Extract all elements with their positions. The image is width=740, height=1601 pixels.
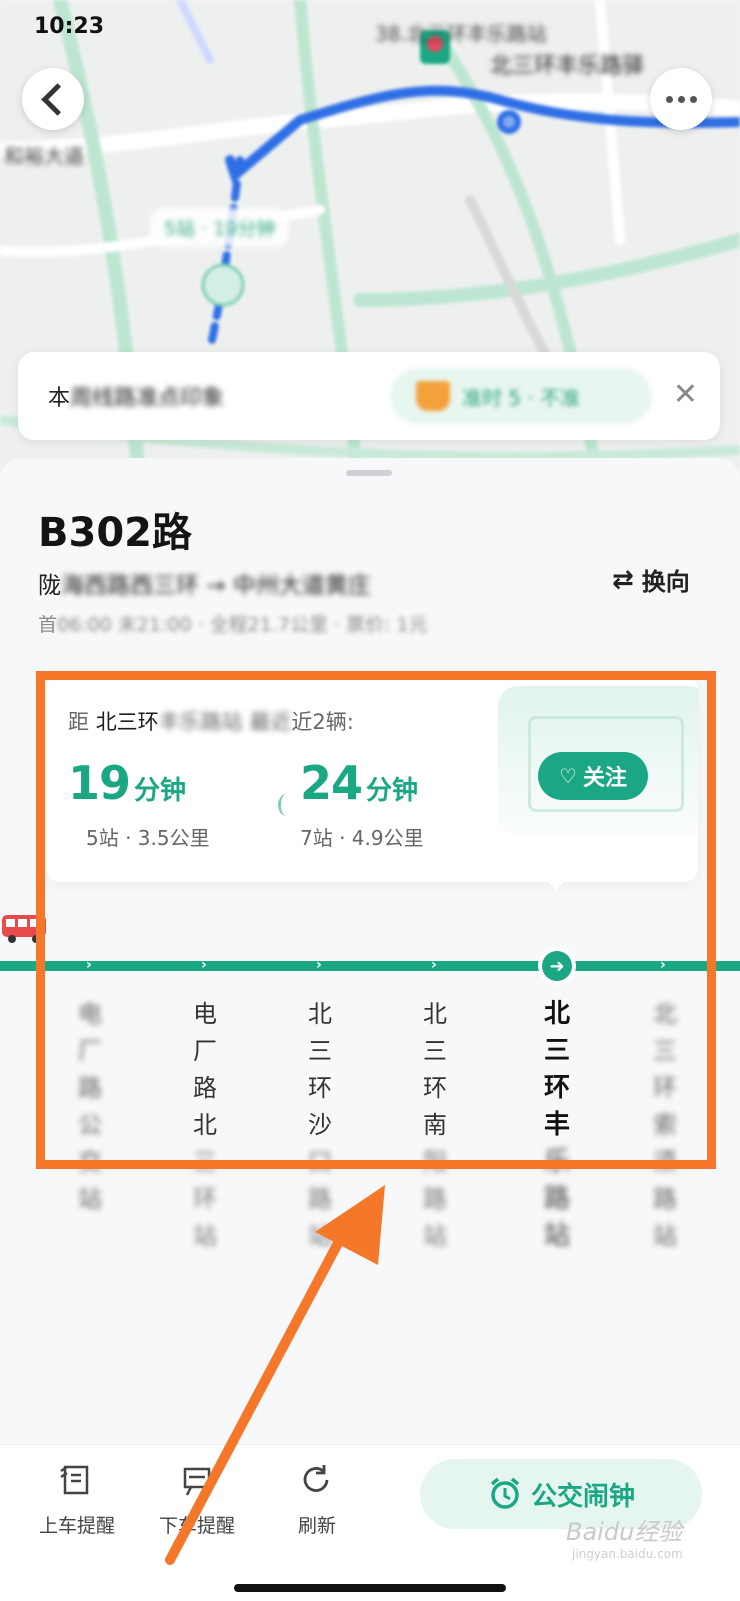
direction-chevron-icon: › [86, 957, 92, 973]
refresh-button[interactable]: 刷新 [262, 1461, 372, 1538]
board-alert-icon [60, 1465, 89, 1495]
stop-item[interactable]: 北三环南阳路站 [420, 996, 450, 1255]
follow-button[interactable]: ♡ 关注 [538, 752, 648, 800]
arrow-right-icon: ➜ [542, 951, 572, 981]
card-pointer [542, 876, 570, 890]
follow-label: 关注 [582, 766, 627, 791]
bus-alarm-label: 公交闹钟 [530, 1481, 635, 1512]
direction-chevron-icon: › [316, 957, 322, 973]
alight-alert-button[interactable]: 下车提醒 [142, 1461, 252, 1538]
route-line [0, 961, 740, 971]
back-button[interactable] [22, 68, 84, 130]
current-stop-marker[interactable]: ➜ [538, 947, 576, 985]
reverse-direction-label: 换向 [641, 568, 690, 596]
direction-chevron-icon: › [201, 957, 207, 973]
stop-item[interactable]: 电厂路公交站 [75, 996, 105, 1218]
board-alert-label: 上车提醒 [38, 1515, 115, 1537]
punctuality-badge[interactable]: 准时 5 · 不准 [390, 368, 652, 424]
alight-alert-icon [183, 1467, 211, 1496]
swap-icon: ⇄ [612, 564, 634, 595]
watermark: Baidu经验 jingyan.baidu.com [566, 1518, 683, 1561]
notice-text: 本周线路准点印象 [48, 386, 225, 411]
refresh-label: 刷新 [297, 1515, 336, 1537]
stop-item[interactable]: 电厂路北三环站 [190, 996, 220, 1255]
realtime-signal-icon [278, 794, 295, 816]
selected-stop-name: 北三环 [95, 710, 159, 734]
reverse-direction-button[interactable]: ⇄ 换向 [612, 562, 690, 597]
board-alert-button[interactable]: 上车提醒 [22, 1461, 132, 1538]
direction-chevron-icon: › [660, 957, 666, 973]
home-indicator[interactable] [234, 1584, 506, 1592]
notice-bar[interactable]: 本周线路准点印象 准时 5 · 不准 ✕ [18, 352, 720, 440]
heart-icon: ♡ [559, 764, 577, 788]
eta-bus-2-detail: 7站 · 4.9公里 [300, 826, 424, 850]
more-button[interactable] [650, 68, 712, 130]
chevron-left-icon [40, 82, 74, 116]
distance-line: 距 北三环丰乐路站 最近近2辆: [68, 710, 354, 734]
eta-bus-1: 19 分钟 [68, 756, 187, 810]
arrival-card: 距 北三环丰乐路站 最近近2辆: 19 分钟 24 分钟 5站 · 3.5公里 7站… [46, 676, 698, 882]
trophy-icon [416, 381, 450, 411]
refresh-icon [303, 1465, 329, 1492]
route-info: 首06:00 末21:00 · 全程21.7公里 · 票价: 1元 [38, 614, 428, 636]
more-dots-icon [665, 95, 697, 103]
alight-alert-label: 下车提醒 [158, 1515, 235, 1537]
route-direction: 陇海西路西三环 → 中州大道黄庄 [38, 573, 371, 599]
stop-item-current[interactable]: 北三环丰乐路站 [542, 996, 572, 1255]
bus-icon [2, 915, 46, 943]
eta-bus-2: 24 分钟 [300, 756, 419, 810]
direction-chevron-icon: › [431, 957, 437, 973]
punctuality-badge-text: 准时 5 · 不准 [462, 385, 581, 410]
status-time: 10:23 [34, 14, 105, 39]
route-title: B302路 [38, 510, 192, 556]
alarm-clock-icon [490, 1477, 520, 1509]
stop-item[interactable]: 北三环沙口路站 [305, 996, 335, 1255]
close-icon[interactable]: ✕ [673, 380, 698, 410]
stop-item[interactable]: 北三环索须路站 [650, 996, 680, 1255]
eta-bus-1-detail: 5站 · 3.5公里 [86, 826, 210, 850]
route-panel: B302路 陇海西路西三环 → 中州大道黄庄 首06:00 末21:00 · 全… [0, 458, 740, 1600]
drag-handle[interactable] [346, 470, 392, 476]
